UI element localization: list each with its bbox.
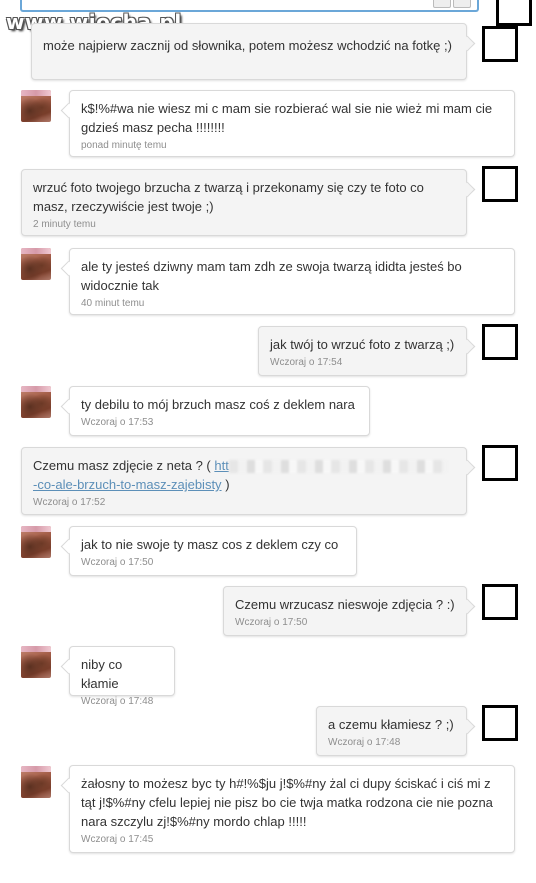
message-text-suffix: )	[225, 477, 230, 492]
message-bubble-mine: a czemu kłamiesz ? ;) Wczoraj o 17:48	[316, 706, 467, 756]
message-bubble-theirs: jak to nie swoje ty masz cos z deklem cz…	[69, 526, 357, 576]
message-text: a czemu kłamiesz ? ;)	[328, 717, 454, 732]
message-link[interactable]: -co-ale-brzuch-to-masz-zajebisty	[33, 477, 222, 492]
avatar[interactable]	[21, 386, 51, 418]
avatar[interactable]	[21, 646, 51, 678]
message-text: ale ty jesteś dziwny mam tam zdh ze swoj…	[81, 259, 462, 293]
message-time: 40 minut temu	[81, 298, 145, 309]
send-button[interactable]	[453, 0, 471, 8]
message-bubble-mine: może najpierw zacznij od słownika, potem…	[31, 23, 467, 80]
message-link[interactable]: htt	[214, 458, 447, 474]
message-text: k$!%#wa nie wiesz mi c mam sie rozbierać…	[81, 101, 493, 135]
message-time: 2 minuty temu	[33, 219, 96, 230]
message-bubble-mine: Czemu masz zdjęcie z neta ? ( htt -co-al…	[21, 447, 467, 515]
message-time: ponad minutę temu	[81, 140, 167, 151]
message-text-prefix: Czemu masz zdjęcie z neta ? (	[33, 458, 211, 473]
message-time: Wczoraj o 17:50	[235, 617, 308, 628]
avatar[interactable]	[21, 248, 51, 280]
link-text-start[interactable]: htt	[214, 458, 228, 473]
avatar-placeholder	[496, 0, 532, 26]
message-time: Wczoraj o 17:45	[81, 834, 154, 845]
message-time: Wczoraj o 17:54	[270, 357, 343, 368]
message-time: Wczoraj o 17:48	[328, 737, 401, 748]
message-bubble-mine: jak twój to wrzuć foto z twarzą ;) Wczor…	[258, 326, 467, 376]
message-bubble-mine: Czemu wrzucasz nieswoje zdjęcia ? :) Wcz…	[223, 586, 467, 636]
message-text: jak twój to wrzuć foto z twarzą ;)	[270, 337, 455, 352]
message-text: ty debilu to mój brzuch masz coś z dekle…	[81, 397, 355, 412]
message-bubble-theirs: k$!%#wa nie wiesz mi c mam sie rozbierać…	[69, 90, 515, 157]
message-bubble-theirs: ale ty jesteś dziwny mam tam zdh ze swoj…	[69, 248, 515, 315]
message-text: żałosny to możesz byc ty h#!%$ju j!$%#ny…	[81, 776, 493, 829]
message-text: może najpierw zacznij od słownika, potem…	[43, 38, 452, 53]
message-bubble-theirs: ty debilu to mój brzuch masz coś z dekle…	[69, 386, 370, 436]
message-time: Wczoraj o 17:48	[81, 696, 154, 707]
message-bubble-mine: wrzuć foto twojego brzucha z twarzą i pr…	[21, 169, 467, 236]
message-bubble-theirs: żałosny to możesz byc ty h#!%$ju j!$%#ny…	[69, 765, 515, 853]
avatar[interactable]	[21, 526, 51, 558]
message-text: niby co kłamie	[81, 657, 123, 691]
message-text: Czemu masz zdjęcie z neta ? ( htt -co-al…	[33, 456, 455, 494]
attach-button[interactable]	[433, 0, 451, 8]
message-text: jak to nie swoje ty masz cos z deklem cz…	[81, 537, 339, 552]
message-text: wrzuć foto twojego brzucha z twarzą i pr…	[33, 180, 424, 214]
blurred-url	[228, 460, 447, 474]
avatar-placeholder	[482, 445, 518, 481]
avatar[interactable]	[21, 766, 51, 798]
message-text: Czemu wrzucasz nieswoje zdjęcia ? :)	[235, 597, 455, 612]
avatar-placeholder	[482, 584, 518, 620]
message-time: Wczoraj o 17:50	[81, 557, 154, 568]
message-time: Wczoraj o 17:52	[33, 497, 106, 508]
avatar-placeholder	[482, 26, 518, 62]
avatar-placeholder	[482, 705, 518, 741]
message-time: Wczoraj o 17:53	[81, 417, 154, 428]
message-bubble-theirs: niby co kłamie Wczoraj o 17:48	[69, 646, 175, 707]
avatar-placeholder	[482, 324, 518, 360]
avatar[interactable]	[21, 90, 51, 122]
avatar-placeholder	[482, 166, 518, 202]
